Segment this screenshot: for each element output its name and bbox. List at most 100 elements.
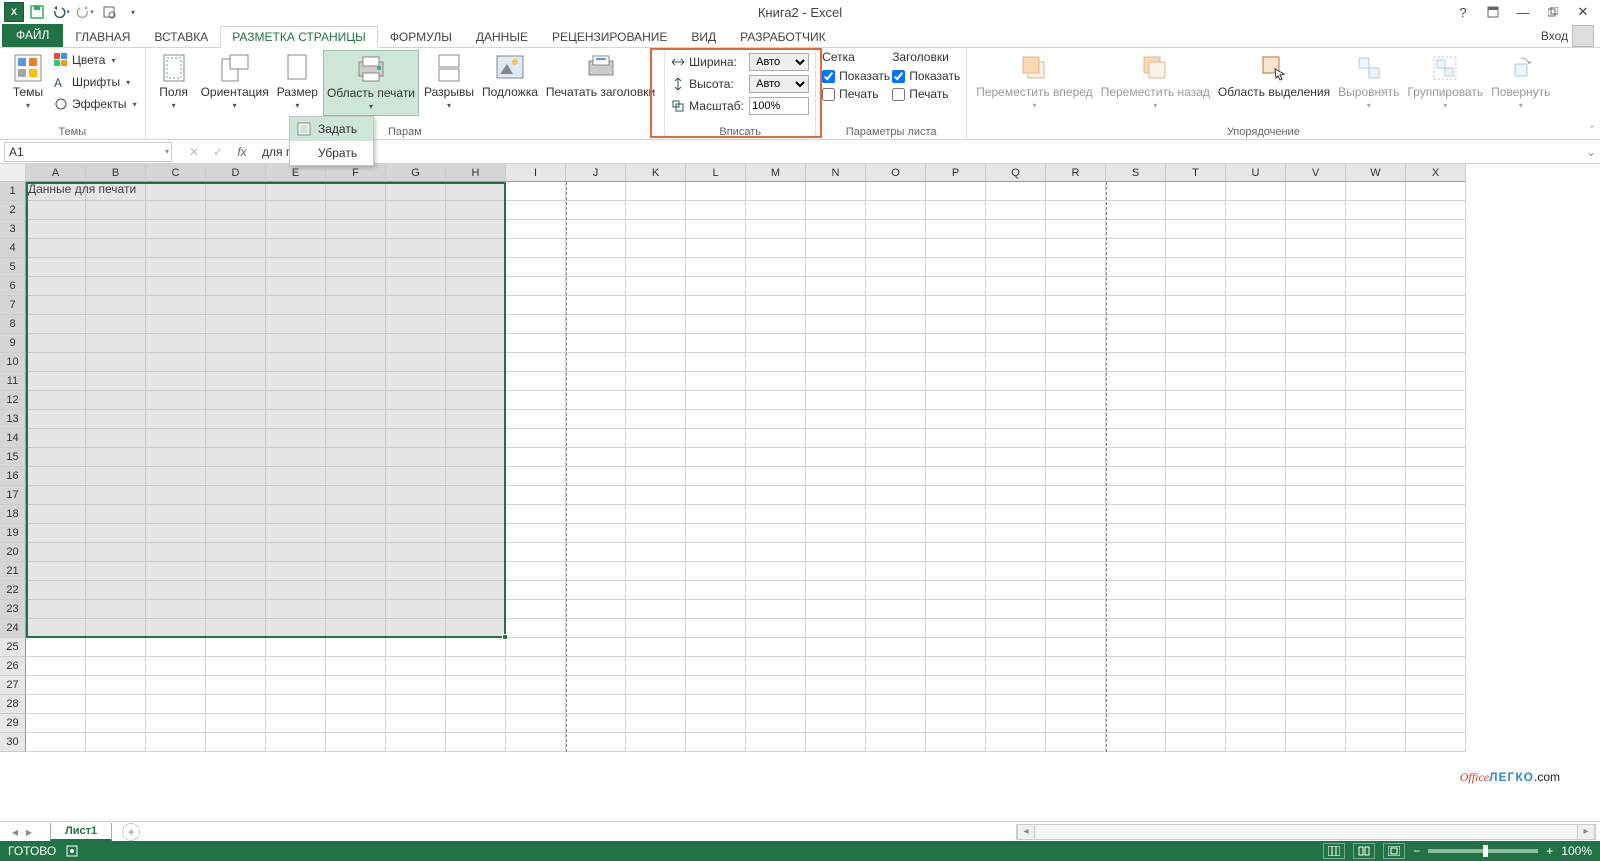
cell[interactable] — [1286, 410, 1346, 429]
cell[interactable] — [1226, 220, 1286, 239]
cell[interactable] — [506, 600, 566, 619]
cell[interactable] — [806, 277, 866, 296]
cell[interactable] — [686, 315, 746, 334]
cell[interactable] — [206, 239, 266, 258]
cell[interactable] — [446, 676, 506, 695]
cell[interactable] — [386, 239, 446, 258]
cell[interactable] — [266, 372, 326, 391]
cell[interactable] — [1166, 581, 1226, 600]
cell[interactable] — [26, 676, 86, 695]
cell[interactable] — [26, 714, 86, 733]
cell[interactable] — [1226, 429, 1286, 448]
cell[interactable] — [446, 657, 506, 676]
tab-formulas[interactable]: ФОРМУЛЫ — [378, 26, 464, 48]
cell[interactable] — [326, 600, 386, 619]
cell[interactable] — [326, 524, 386, 543]
row-header[interactable]: 27 — [0, 676, 26, 695]
cell[interactable] — [86, 429, 146, 448]
cell[interactable] — [1286, 676, 1346, 695]
tab-developer[interactable]: РАЗРАБОТЧИК — [728, 26, 838, 48]
cell[interactable] — [1346, 600, 1406, 619]
cell[interactable] — [1346, 448, 1406, 467]
name-box[interactable]: A1▾ — [4, 142, 172, 162]
selection-pane-button[interactable]: Область выделения — [1215, 50, 1333, 101]
cell[interactable] — [86, 505, 146, 524]
cell[interactable] — [206, 657, 266, 676]
cell[interactable] — [626, 695, 686, 714]
cell[interactable] — [26, 467, 86, 486]
colors-button[interactable]: Цвета▾ — [52, 50, 139, 70]
cell[interactable] — [1286, 505, 1346, 524]
cell[interactable] — [326, 448, 386, 467]
cell[interactable] — [746, 486, 806, 505]
cell[interactable] — [266, 581, 326, 600]
cell[interactable] — [26, 581, 86, 600]
cell[interactable] — [326, 657, 386, 676]
col-header[interactable]: M — [746, 164, 806, 182]
cell[interactable] — [1106, 524, 1166, 543]
cell[interactable] — [86, 182, 146, 201]
cell[interactable] — [266, 277, 326, 296]
cell[interactable] — [386, 600, 446, 619]
cell[interactable] — [146, 562, 206, 581]
row-header[interactable]: 3 — [0, 220, 26, 239]
cell[interactable] — [566, 543, 626, 562]
cell[interactable] — [266, 733, 326, 752]
cell[interactable] — [506, 581, 566, 600]
cell[interactable] — [986, 486, 1046, 505]
cell[interactable] — [1106, 467, 1166, 486]
cell[interactable] — [626, 448, 686, 467]
row-header[interactable]: 19 — [0, 524, 26, 543]
cell[interactable] — [1346, 353, 1406, 372]
cell[interactable] — [686, 201, 746, 220]
cell[interactable] — [1406, 315, 1466, 334]
cell[interactable] — [566, 410, 626, 429]
row-header[interactable]: 26 — [0, 657, 26, 676]
cell[interactable] — [146, 353, 206, 372]
cell[interactable] — [1046, 410, 1106, 429]
cell[interactable] — [446, 201, 506, 220]
cell[interactable] — [1406, 410, 1466, 429]
cell[interactable] — [1046, 562, 1106, 581]
cell[interactable] — [986, 277, 1046, 296]
cell[interactable] — [1346, 676, 1406, 695]
cell[interactable] — [266, 239, 326, 258]
cell[interactable] — [1406, 733, 1466, 752]
cell[interactable] — [806, 448, 866, 467]
cell[interactable] — [986, 353, 1046, 372]
cell[interactable] — [326, 676, 386, 695]
cell[interactable] — [1046, 315, 1106, 334]
cell[interactable] — [386, 277, 446, 296]
cell[interactable] — [1406, 657, 1466, 676]
cell[interactable] — [746, 410, 806, 429]
cell[interactable] — [1226, 334, 1286, 353]
print-area-clear[interactable]: Убрать — [290, 141, 373, 165]
cell[interactable] — [986, 638, 1046, 657]
cell[interactable] — [1406, 277, 1466, 296]
cell[interactable] — [446, 486, 506, 505]
cell[interactable] — [206, 182, 266, 201]
cell[interactable] — [446, 695, 506, 714]
cell[interactable] — [686, 600, 746, 619]
cell[interactable] — [1046, 695, 1106, 714]
cell[interactable] — [866, 372, 926, 391]
cell[interactable] — [1226, 467, 1286, 486]
cell[interactable] — [1226, 733, 1286, 752]
cell[interactable] — [1406, 467, 1466, 486]
cell[interactable] — [506, 733, 566, 752]
view-page-break-button[interactable] — [1383, 843, 1405, 859]
cell[interactable] — [206, 220, 266, 239]
row-header[interactable]: 4 — [0, 239, 26, 258]
col-header[interactable]: X — [1406, 164, 1466, 182]
cell[interactable] — [926, 429, 986, 448]
cell[interactable] — [266, 296, 326, 315]
cell[interactable] — [1346, 220, 1406, 239]
cell[interactable] — [626, 638, 686, 657]
cell[interactable] — [926, 543, 986, 562]
tab-review[interactable]: РЕЦЕНЗИРОВАНИЕ — [540, 26, 679, 48]
cell[interactable] — [986, 467, 1046, 486]
cell[interactable] — [806, 543, 866, 562]
cell[interactable] — [806, 524, 866, 543]
cell[interactable] — [566, 638, 626, 657]
cell[interactable] — [1046, 334, 1106, 353]
